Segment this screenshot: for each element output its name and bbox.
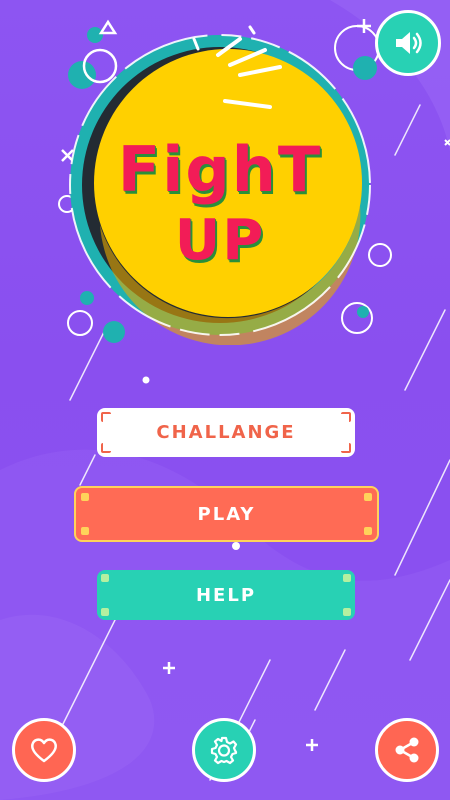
like-button[interactable] <box>12 718 76 782</box>
button-corner <box>101 443 111 453</box>
button-corner <box>364 493 372 501</box>
logo-title-line1: FighT <box>117 133 323 206</box>
sound-button[interactable] <box>375 10 441 76</box>
button-corner <box>81 493 89 501</box>
button-corner <box>364 527 372 535</box>
game-logo: FighT UP <box>60 25 380 345</box>
gear-icon <box>209 735 239 765</box>
challenge-button-label: CHALLANGE <box>156 422 296 443</box>
share-icon <box>392 735 422 765</box>
main-menu-screen: FighT UP CHALLANGE PLAY HELP <box>0 0 450 800</box>
settings-button[interactable] <box>192 718 256 782</box>
logo-title-line2: UP <box>174 208 266 273</box>
button-corner <box>101 412 111 422</box>
help-button-label: HELP <box>195 584 257 606</box>
help-button[interactable]: HELP <box>97 570 355 620</box>
button-corner <box>81 527 89 535</box>
button-corner <box>343 608 351 616</box>
button-corner <box>341 412 351 422</box>
challenge-button[interactable]: CHALLANGE <box>97 408 355 457</box>
speaker-icon <box>391 26 425 60</box>
play-button[interactable]: PLAY <box>74 486 379 542</box>
button-corner <box>341 443 351 453</box>
share-button[interactable] <box>375 718 439 782</box>
button-corner <box>343 574 351 582</box>
heart-icon <box>29 736 59 764</box>
play-button-label: PLAY <box>197 503 256 525</box>
button-corner <box>101 608 109 616</box>
button-corner <box>101 574 109 582</box>
